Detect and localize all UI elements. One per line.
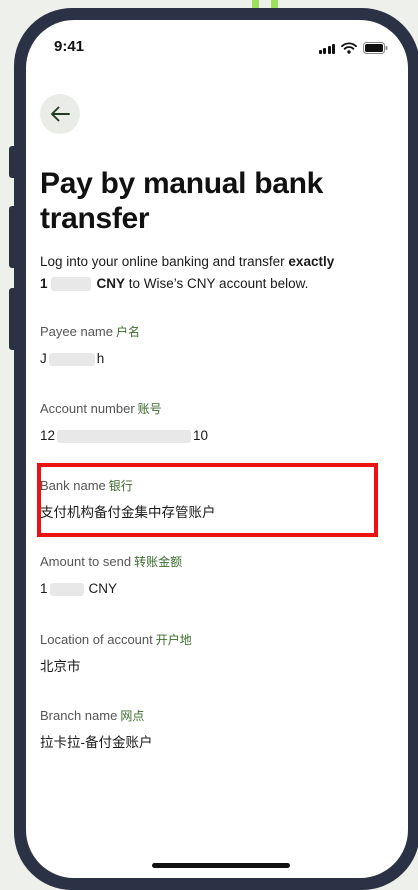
value-start: J: [40, 351, 47, 366]
phone-frame: 9:41 Pay by manual bank transfer Log int…: [14, 8, 418, 890]
field-label: Location of account: [40, 632, 153, 647]
wifi-icon: [341, 42, 357, 54]
field-value[interactable]: Jh: [40, 351, 380, 367]
field-label: Branch name: [40, 708, 118, 723]
field-value[interactable]: 拉卡拉-备付金账户: [40, 735, 380, 751]
value-end: 10: [193, 428, 209, 443]
field-label-cn: 网点: [120, 709, 145, 723]
field-value[interactable]: 1 CNY: [40, 581, 380, 597]
field-value[interactable]: 12 10: [40, 428, 380, 444]
phone-screen: 9:41 Pay by manual bank transfer Log int…: [26, 20, 408, 878]
field-label: Amount to send: [40, 554, 132, 569]
back-button[interactable]: [40, 94, 80, 134]
battery-icon: [363, 42, 388, 54]
field-account-number: Account number 账号 12 10: [40, 401, 380, 444]
field-label-cn: 户名: [116, 325, 141, 339]
status-icons: [318, 42, 389, 54]
instructions-emphasis: exactly: [288, 254, 335, 269]
field-label-cn: 开户地: [155, 633, 192, 647]
field-amount-to-send: Amount to send 转账金额 1 CNY: [40, 554, 380, 597]
amount-start: 1: [40, 276, 48, 291]
signal-bars-icon: [318, 44, 335, 54]
field-label: Payee name: [40, 324, 113, 339]
field-payee-name: Payee name 户名 Jh: [40, 324, 380, 367]
instructions-prefix: Log into your online banking and transfe…: [40, 254, 289, 269]
value-start: 12: [40, 428, 56, 443]
highlight-box: [37, 463, 378, 537]
page-title: Pay by manual bank transfer: [40, 167, 324, 235]
field-value[interactable]: 北京市: [40, 659, 380, 675]
amount-currency: CNY: [96, 276, 126, 291]
redacted-value: [57, 429, 192, 443]
field-location-of-account: Location of account 开户地 北京市: [40, 632, 380, 675]
field-label-cn: 账号: [137, 402, 162, 416]
field-label: Account number: [40, 401, 135, 416]
field-branch-name: Branch name 网点 拉卡拉-备付金账户: [40, 708, 380, 751]
redacted-amount: [50, 277, 91, 292]
value-start: 1: [40, 581, 48, 596]
instructions-suffix: to Wise’s CNY account below.: [125, 276, 309, 291]
value-end: CNY: [88, 581, 118, 596]
home-indicator[interactable]: [152, 863, 290, 868]
value-end: h: [96, 351, 105, 366]
status-time: 9:41: [54, 38, 85, 55]
status-bar: 9:41: [26, 38, 408, 62]
arrow-left-icon: [51, 106, 70, 122]
redacted-value: [48, 352, 95, 366]
redacted-value: [49, 582, 84, 596]
field-label-cn: 转账金额: [134, 555, 183, 569]
instructions-text: Log into your online banking and transfe…: [40, 251, 390, 295]
